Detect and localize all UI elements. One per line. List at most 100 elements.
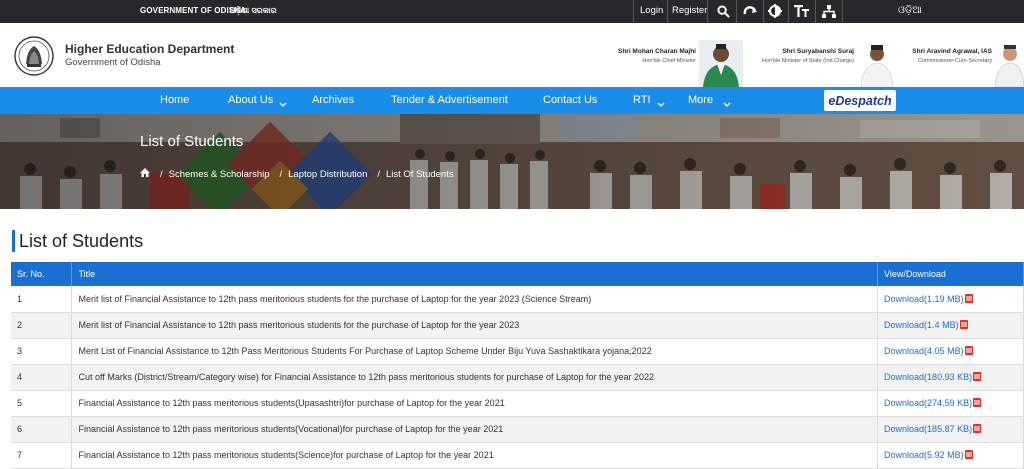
nav-about-us[interactable]: About Us bbox=[228, 94, 273, 106]
odisha-emblem-icon[interactable] bbox=[13, 34, 55, 78]
pdf-icon[interactable] bbox=[973, 372, 982, 381]
language-switch[interactable]: ଓଡ଼ିଆ bbox=[898, 5, 922, 16]
row-title: Merit list of Financial Assistance to 12… bbox=[71, 286, 879, 313]
nav-archives[interactable]: Archives bbox=[312, 94, 354, 106]
department-subtitle: Government of Odisha bbox=[65, 57, 161, 68]
sitemap-icon[interactable] bbox=[818, 2, 840, 20]
banner-overlay bbox=[0, 114, 1024, 209]
pdf-icon[interactable] bbox=[959, 320, 968, 329]
person-name: Shri Aravind Agrawal, IAS bbox=[912, 48, 992, 55]
nav-home[interactable]: Home bbox=[160, 94, 189, 106]
students-table: Sr. No. Title View/Download 1 Merit list … bbox=[11, 262, 1024, 469]
nav-tender-advertisement[interactable]: Tender & Advertisement bbox=[391, 94, 508, 106]
main-nav: Home About Us Archives Tender & Advertis… bbox=[0, 87, 1024, 114]
search-icon[interactable] bbox=[712, 2, 734, 20]
refresh-icon[interactable] bbox=[739, 2, 761, 20]
breadcrumb: / Schemes & Scholarship / Laptop Distrib… bbox=[140, 168, 454, 180]
pdf-icon[interactable] bbox=[964, 346, 973, 355]
contrast-icon[interactable] bbox=[764, 2, 786, 20]
download-cell: Download(1.19 MB) bbox=[877, 286, 1024, 313]
table-row: 1 Merit list of Financial Assistance to 1… bbox=[11, 286, 1024, 313]
table-row: 5 Financial Assistance to 12th pass merit… bbox=[11, 390, 1024, 417]
divider bbox=[788, 0, 789, 23]
download-link[interactable]: Download(4.05 MB) bbox=[884, 346, 964, 356]
person-role: Commissioner-Cum-Secretary bbox=[918, 58, 992, 64]
row-title: Financial Assistance to 12th pass merito… bbox=[71, 416, 879, 443]
person-name: Shri Suryabanshi Suraj bbox=[782, 48, 854, 55]
chevron-down-icon[interactable] bbox=[657, 95, 665, 113]
row-title: Financial Assistance to 12th pass merito… bbox=[71, 390, 879, 417]
row-title: Financial Assistance to 12th pass merito… bbox=[71, 442, 879, 469]
register-link[interactable]: Register bbox=[672, 5, 707, 16]
pdf-icon[interactable] bbox=[964, 450, 973, 459]
column-header-sr-no: Sr. No. bbox=[11, 262, 73, 286]
download-cell: Download(4.05 MB) bbox=[877, 338, 1024, 365]
row-title: Merit list of Financial Assistance to 12… bbox=[71, 312, 879, 339]
pdf-icon[interactable] bbox=[973, 424, 982, 433]
divider bbox=[815, 0, 816, 23]
person-role: Hon'ble Chief Minister bbox=[642, 58, 696, 64]
row-sr-no: 2 bbox=[11, 312, 73, 339]
download-link[interactable]: Download(1.19 MB) bbox=[884, 294, 964, 304]
page-banner: List of Students / Schemes & Scholarship… bbox=[0, 114, 1024, 209]
divider bbox=[707, 0, 708, 23]
row-sr-no: 6 bbox=[11, 416, 73, 443]
home-icon[interactable] bbox=[140, 168, 150, 180]
download-link[interactable]: Download(180.93 KB) bbox=[884, 372, 972, 382]
divider bbox=[736, 0, 737, 23]
download-cell: Download(274.59 KB) bbox=[877, 390, 1024, 417]
download-link[interactable]: Download(274.59 KB) bbox=[884, 398, 972, 408]
person-name: Shri Mohan Charan Majhi bbox=[617, 48, 696, 55]
text-size-icon[interactable] bbox=[790, 2, 812, 20]
pdf-icon[interactable] bbox=[964, 293, 973, 303]
row-sr-no: 5 bbox=[11, 390, 73, 417]
row-sr-no: 1 bbox=[11, 286, 73, 313]
column-header-view-download: View/Download bbox=[877, 262, 1024, 286]
breadcrumb-schemes[interactable]: Schemes & Scholarship bbox=[169, 169, 270, 180]
download-cell: Download(180.93 KB) bbox=[877, 364, 1024, 391]
edespatch-button[interactable]: eDespatch bbox=[824, 90, 896, 111]
table-header-row: Sr. No. Title View/Download bbox=[11, 262, 1024, 286]
row-sr-no: 4 bbox=[11, 364, 73, 391]
department-title[interactable]: Higher Education Department bbox=[65, 42, 234, 56]
secretary-photo bbox=[994, 42, 1024, 87]
chevron-down-icon[interactable] bbox=[279, 95, 287, 113]
table-row: 3 Merit List of Financial Assistance to 1… bbox=[11, 338, 1024, 365]
download-cell: Download(1.4 MB) bbox=[877, 312, 1024, 339]
table-row: 7 Financial Assistance to 12th pass merit… bbox=[11, 442, 1024, 469]
minister-photo bbox=[857, 42, 897, 87]
download-link[interactable]: Download(185.87 KB) bbox=[884, 424, 972, 434]
table-row: 4 Cut off Marks (District/Stream/Category… bbox=[11, 364, 1024, 391]
row-title: Merit List of Financial Assistance to 12… bbox=[71, 338, 879, 365]
government-odia-label[interactable]: ଓଡ଼ିଶା ସରକାର bbox=[230, 6, 277, 16]
chevron-down-icon[interactable] bbox=[723, 95, 731, 113]
divider bbox=[633, 0, 634, 23]
login-link[interactable]: Login bbox=[640, 5, 663, 16]
person-role: Hon'ble Minister of State (Ind.Charge) bbox=[761, 58, 854, 64]
breadcrumb-laptop-distribution[interactable]: Laptop Distribution bbox=[288, 169, 367, 180]
chief-minister-photo bbox=[699, 40, 743, 87]
nav-rti[interactable]: RTI bbox=[633, 94, 651, 106]
breadcrumb-separator: / bbox=[160, 168, 163, 180]
row-sr-no: 3 bbox=[11, 338, 73, 365]
download-link[interactable]: Download(1.4 MB) bbox=[884, 320, 959, 330]
nav-contact-us[interactable]: Contact Us bbox=[543, 94, 597, 106]
breadcrumb-current: List Of Students bbox=[386, 168, 454, 180]
download-link[interactable]: Download(5.92 MB) bbox=[884, 450, 964, 460]
site-header: Higher Education Department Government o… bbox=[0, 23, 1024, 87]
pdf-icon[interactable] bbox=[973, 398, 982, 407]
divider bbox=[667, 0, 668, 23]
column-header-title: Title bbox=[71, 262, 879, 286]
banner-title: List of Students bbox=[140, 133, 244, 150]
page-title: List of Students bbox=[12, 230, 143, 252]
table-row: 6 Financial Assistance to 12th pass merit… bbox=[11, 416, 1024, 443]
breadcrumb-separator: / bbox=[279, 168, 283, 180]
top-bar: GOVERNMENT OF ODISHA ଓଡ଼ିଶା ସରକାର Login … bbox=[0, 0, 1024, 23]
nav-more[interactable]: More bbox=[688, 94, 713, 106]
divider bbox=[842, 0, 843, 23]
row-title: Cut off Marks (District/Stream/Category … bbox=[71, 364, 879, 391]
table-row: 2 Merit list of Financial Assistance to 1… bbox=[11, 312, 1024, 339]
table-body: 1 Merit list of Financial Assistance to 1… bbox=[11, 286, 1024, 469]
download-cell: Download(185.87 KB) bbox=[877, 416, 1024, 443]
breadcrumb-separator: / bbox=[377, 168, 380, 180]
